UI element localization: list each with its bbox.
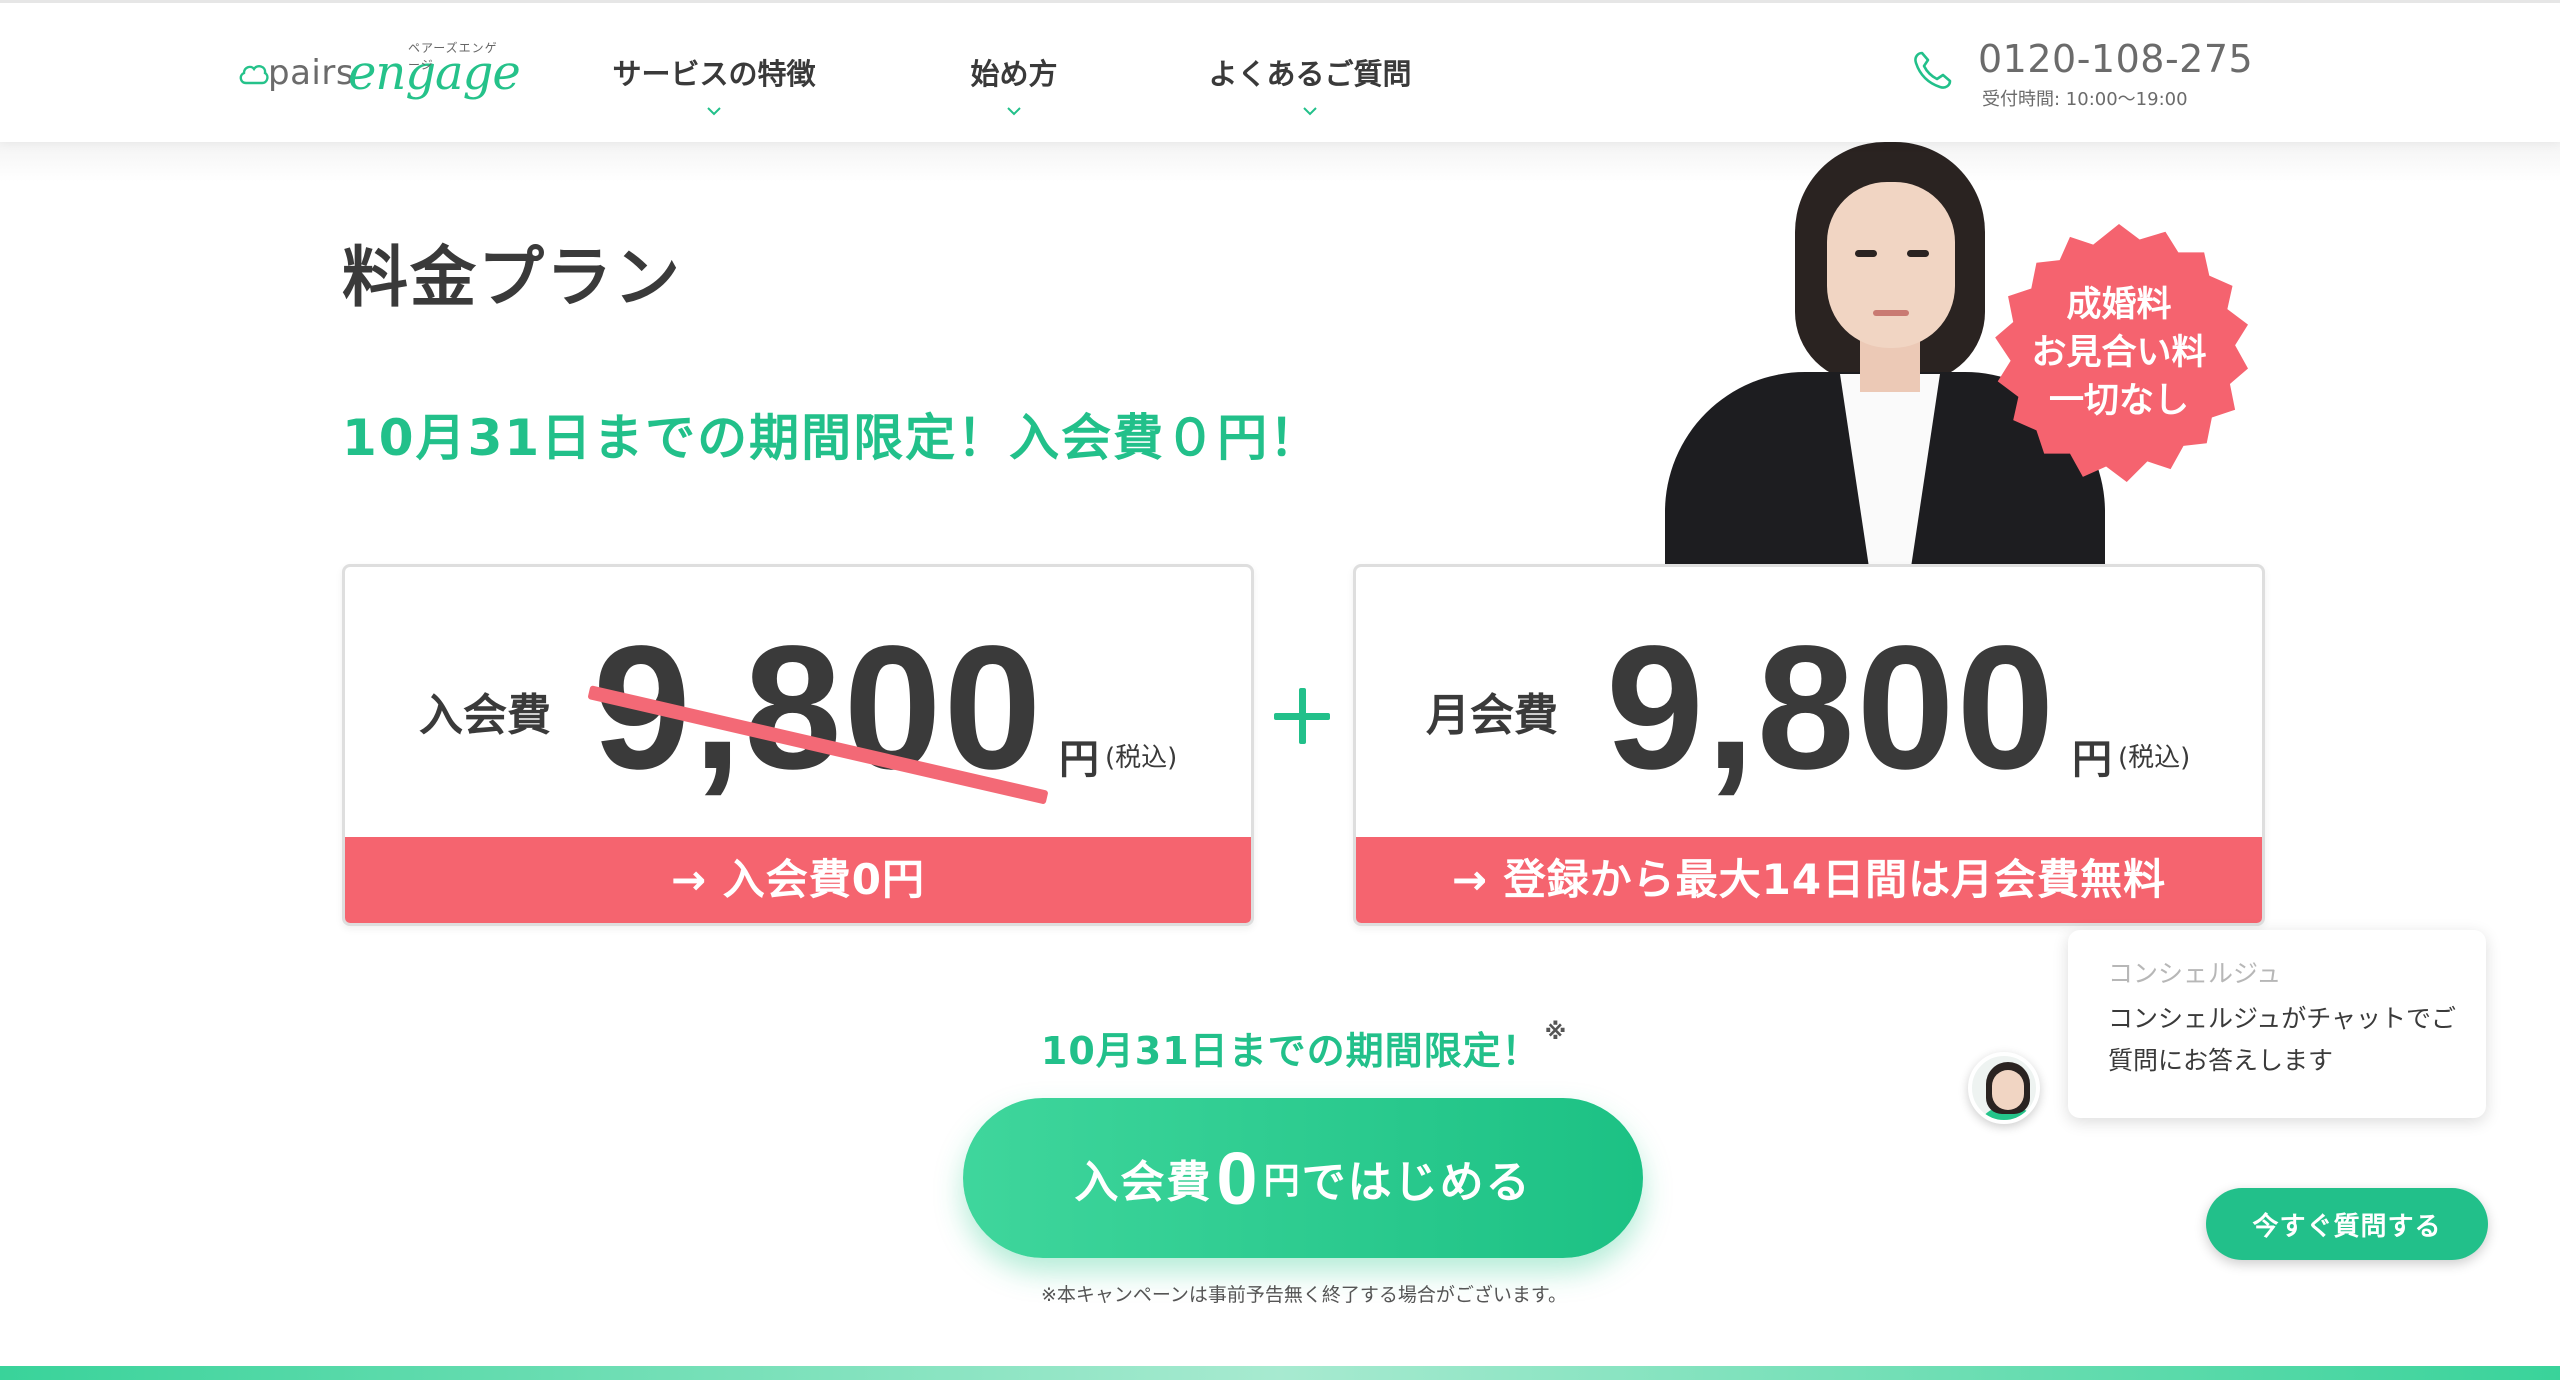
chat-sender: コンシェルジュ [2108,959,2282,988]
bottom-accent-bar [0,1366,2560,1380]
chevron-down-icon [1007,107,1021,116]
badge-line-3: 一切なし [2048,381,2189,421]
cta-note-text: 10月31日までの期間限定！ [1040,1029,1541,1073]
logo-pairs-text: pairs [268,53,355,93]
chevron-down-icon [1303,107,1317,116]
cta-button-zero: 0 [1216,1136,1260,1220]
nav-features-label: サービスの特徴 [612,57,816,91]
cta-button-pre: 入会費 [1074,1157,1213,1208]
entry-fee-footer: → 入会費0円 [345,837,1251,923]
campaign-disclaimer: ※本キャンペーンは事前予告無く終了する場合がございます。 [1040,1284,1568,1306]
hero-band [0,142,2560,182]
monthly-fee-tax: (税込) [2118,743,2191,773]
logo-ruby-text: ペアーズエンゲージ [408,41,498,72]
cta-button-mid: 円 [1263,1161,1302,1202]
badge-line-1: 成婚料 [2066,285,2172,325]
nav-features[interactable]: サービスの特徴 [604,51,824,119]
monthly-fee-footer: → 登録から最大14日間は月会費無料 [1356,837,2262,923]
pairs-engage-logo[interactable]: pairs engage ペアーズエンゲージ [238,39,521,119]
phone-icon [1914,51,1952,89]
chevron-down-icon [707,107,721,116]
entry-fee-label: 入会費 [419,690,551,741]
nav-how-to-start[interactable]: 始め方 [954,51,1074,119]
monthly-fee-card: 月会費 9,800 円 (税込) → 登録から最大14日間は月会費無料 [1353,564,2265,926]
start-free-button[interactable]: 入会費 0 円 ではじめる [963,1098,1643,1258]
cta-button-post: ではじめる [1301,1157,1532,1208]
plus-icon [1274,688,1330,744]
nav-faq-label: よくあるご質問 [1208,57,1412,91]
monthly-fee-price: 9,800 [1606,610,2057,806]
entry-fee-card: 入会費 9,800 円 (税込) → 入会費0円 [342,564,1254,926]
ask-now-button[interactable]: 今すぐ質問する [2206,1188,2488,1260]
phone-number[interactable]: 0120-108-275 [1978,37,2253,81]
badge-line-2: お見合い料 [2031,333,2207,373]
site-header: pairs engage ペアーズエンゲージ サービスの特徴 始め方 よくあるご… [0,0,2560,142]
monthly-fee-unit: 円 [2072,737,2112,783]
entry-fee-unit: 円 [1059,737,1099,783]
campaign-headline: 10月31日までの期間限定！入会費０円！ [342,409,1322,467]
page-title: 料金プラン [342,239,682,316]
nav-how-to-start-label: 始め方 [970,57,1058,91]
phone-hours: 受付時間: 10:00〜19:00 [1982,89,2188,110]
entry-fee-tax: (税込) [1105,743,1178,773]
chat-bubble[interactable]: コンシェルジュ コンシェルジュがチャットでご質問にお答えします [2068,930,2486,1118]
monthly-fee-label: 月会費 [1426,690,1558,741]
chat-avatar[interactable] [1968,1052,2040,1124]
cloud-logo-icon [239,65,269,85]
nav-faq[interactable]: よくあるご質問 [1195,51,1425,119]
chat-message: コンシェルジュがチャットでご質問にお答えします [2108,1004,2457,1075]
cta-note-mark: ※ [1544,1020,1568,1045]
